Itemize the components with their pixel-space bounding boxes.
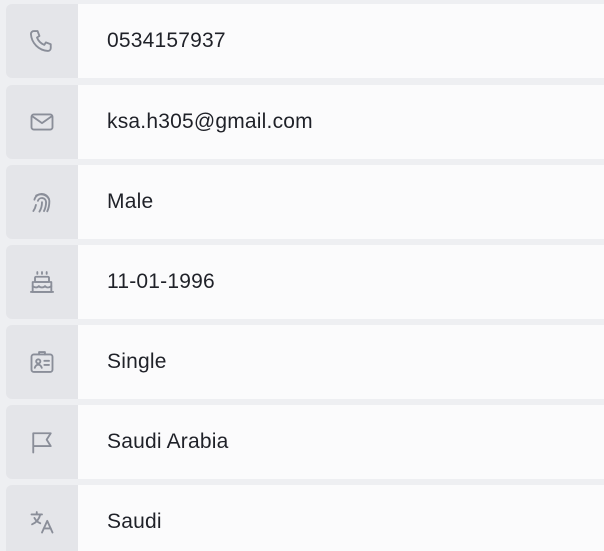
gender-value: Male xyxy=(78,165,604,239)
profile-row-email[interactable]: ksa.h305@gmail.com xyxy=(6,85,604,159)
mail-icon xyxy=(6,85,78,159)
id-card-icon xyxy=(6,325,78,399)
email-value: ksa.h305@gmail.com xyxy=(78,85,604,159)
marital-status-value: Single xyxy=(78,325,604,399)
profile-row-country[interactable]: Saudi Arabia xyxy=(6,405,604,479)
birthdate-value: 11-01-1996 xyxy=(78,245,604,319)
profile-row-marital-status[interactable]: Single xyxy=(6,325,604,399)
phone-value: 0534157937 xyxy=(78,4,604,78)
country-value: Saudi Arabia xyxy=(78,405,604,479)
profile-row-phone[interactable]: 0534157937 xyxy=(6,4,604,78)
phone-icon xyxy=(6,4,78,78)
profile-row-birthdate[interactable]: 11-01-1996 xyxy=(6,245,604,319)
profile-details-list: 0534157937 ksa.h305@gmail.com Male 11-01… xyxy=(0,0,604,551)
profile-row-gender[interactable]: Male xyxy=(6,165,604,239)
flag-icon xyxy=(6,405,78,479)
translate-icon xyxy=(6,485,78,551)
fingerprint-icon xyxy=(6,165,78,239)
profile-row-nationality[interactable]: Saudi xyxy=(6,485,604,551)
nationality-value: Saudi xyxy=(78,485,604,551)
cake-icon xyxy=(6,245,78,319)
